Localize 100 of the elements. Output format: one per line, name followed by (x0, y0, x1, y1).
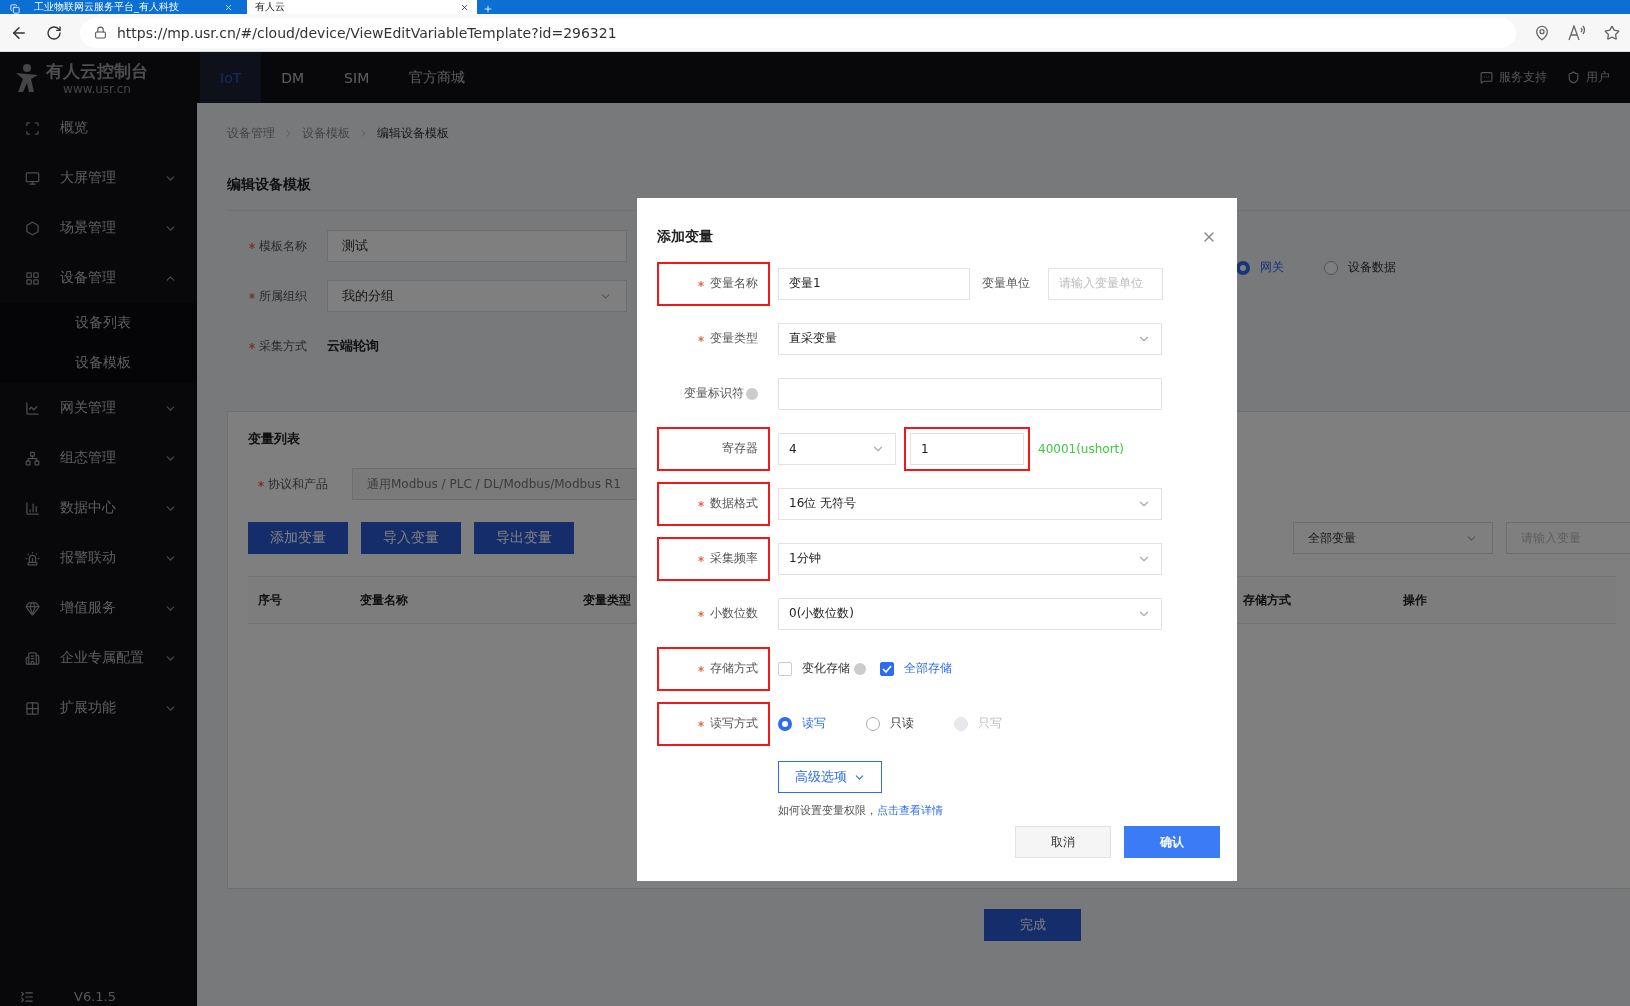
field-value: 云端轮询 (327, 337, 379, 355)
collapse-icon (20, 989, 34, 1004)
radio-label: 设备数据 (1348, 259, 1396, 276)
select-field[interactable]: 直采变量 (778, 322, 1162, 355)
close-icon (224, 2, 233, 12)
required-icon (249, 243, 255, 249)
lock-icon (94, 26, 107, 39)
sidebar-item[interactable]: 网关管理 (0, 383, 197, 433)
menu-item-icon (25, 650, 40, 666)
checkbox-label: 变化存储 (802, 660, 866, 677)
checkbox[interactable] (778, 661, 792, 676)
field-label: 读写方式 (698, 715, 758, 732)
sidebar-item[interactable]: 设备管理 (0, 253, 197, 303)
field-label: 所属组织 (249, 287, 309, 305)
sidebar-subitem[interactable]: 设备列表 (0, 303, 197, 343)
field-label: 采集频率 (698, 550, 758, 567)
input-field[interactable]: 1 (910, 432, 1024, 465)
nav-tab[interactable]: SIM (324, 52, 390, 103)
action-button[interactable]: 导入变量 (361, 522, 461, 554)
menu-item-icon (25, 600, 40, 616)
breadcrumb-link[interactable]: 编辑设备模板 (377, 125, 449, 142)
field-label: 寄存器 (722, 440, 758, 457)
read-aloud-icon[interactable] (1568, 24, 1586, 41)
select-field[interactable]: 1分钟 (778, 542, 1162, 575)
select-field[interactable]: 全部变量 (1293, 522, 1493, 554)
sidebar-item[interactable]: 数据中心 (0, 483, 197, 533)
menu-item-icon (25, 220, 40, 236)
field-label: 模板名称 (249, 237, 309, 255)
radio-label: 读写 (802, 715, 826, 732)
version-text: V6.1.5 (74, 989, 116, 1004)
field-label: 变量名称 (698, 275, 758, 292)
field-label: 变量类型 (698, 330, 758, 347)
field-label: 存储方式 (698, 660, 758, 677)
menu-item-icon (25, 120, 40, 136)
checkbox-label: 全部存储 (904, 660, 952, 677)
menu-item-icon (25, 170, 40, 186)
details-link[interactable]: 点击查看详情 (877, 804, 943, 817)
reload-icon[interactable] (46, 24, 62, 41)
close-icon (460, 2, 469, 12)
radio-label: 只写 (978, 715, 1002, 732)
checkbox[interactable] (880, 661, 894, 676)
chat-icon (1480, 71, 1493, 84)
cancel-button[interactable]: 取消 (1015, 826, 1111, 858)
input-field[interactable]: 请输入变量单位 (1048, 267, 1163, 300)
radio-label: 网关 (1260, 259, 1284, 276)
header-link[interactable]: 服务支持 (1499, 69, 1547, 86)
header-link[interactable]: 用户 (1586, 69, 1610, 86)
sidebar-item[interactable]: 报警联动 (0, 533, 197, 583)
required-icon (258, 481, 264, 487)
nav-tab[interactable]: DM (261, 52, 325, 103)
select-field[interactable]: 4 (778, 432, 896, 465)
sidebar-item[interactable]: 企业专属配置 (0, 633, 197, 683)
select-field[interactable]: 我的分组 (327, 280, 627, 312)
required-icon (249, 293, 255, 299)
column-header: 操作 (1403, 592, 1427, 607)
menu-item-icon (25, 450, 40, 466)
column-header: 序号 (258, 592, 282, 607)
select-field[interactable]: 0(小数位数) (778, 597, 1162, 630)
menu-item-icon (25, 550, 40, 566)
confirm-button[interactable]: 确认 (1124, 826, 1220, 858)
menu-item-icon (25, 400, 40, 416)
field-label: 采集方式 (249, 337, 309, 355)
column-header: 存储方式 (1243, 592, 1291, 607)
shield-icon (1567, 71, 1580, 84)
address-field[interactable]: https://mp.usr.cn/#/cloud/device/ViewEditVariableTemplate?id=296321 (80, 17, 1516, 48)
action-button[interactable]: 导出变量 (474, 522, 574, 554)
sidebar-item[interactable]: 扩展功能 (0, 683, 197, 733)
sidebar-subitem[interactable]: 设备模板 (0, 343, 197, 383)
required-icon (249, 343, 255, 349)
logo-title: 有人云控制台 (46, 60, 148, 83)
menu-item-icon (25, 700, 40, 716)
input-field[interactable]: 测试 (327, 230, 627, 262)
field-label: 变量标识符 (684, 385, 758, 402)
favorite-icon[interactable] (1604, 24, 1620, 41)
radio-label: 只读 (890, 715, 914, 732)
input-field[interactable]: 变量1 (778, 267, 970, 300)
advanced-options-button[interactable]: 高级选项 (778, 761, 882, 793)
person-logo-icon (14, 62, 40, 93)
nav-tab[interactable]: 官方商城 (389, 52, 486, 103)
action-button[interactable]: 添加变量 (248, 522, 348, 554)
sidebar-item[interactable]: 组态管理 (0, 433, 197, 483)
logo-subtitle: www.usr.cn (63, 83, 131, 95)
column-header: 变量类型 (583, 592, 631, 607)
radio-button[interactable] (778, 716, 792, 731)
field-label: 数据格式 (698, 495, 758, 512)
sidebar-item[interactable]: 大屏管理 (0, 153, 197, 203)
browser-tab[interactable]: 有人云 (247, 0, 477, 14)
hint-text: 如何设置变量权限，点击查看详情 (778, 803, 944, 818)
select-field[interactable]: 16位 无符号 (778, 487, 1162, 520)
menu-item-icon (25, 270, 40, 286)
done-button[interactable]: 完成 (984, 909, 1081, 941)
field-label: 小数位数 (698, 605, 758, 622)
sidebar-item[interactable]: 场景管理 (0, 203, 197, 253)
radio-button[interactable] (866, 716, 880, 731)
new-tab-icon (483, 4, 493, 14)
input-field[interactable] (778, 377, 1162, 410)
address-text: 40001(ushort) (1038, 441, 1124, 456)
location-icon (1534, 24, 1550, 41)
sidebar-item[interactable]: 增值服务 (0, 583, 197, 633)
sidebar-item[interactable]: 概览 (0, 103, 197, 153)
